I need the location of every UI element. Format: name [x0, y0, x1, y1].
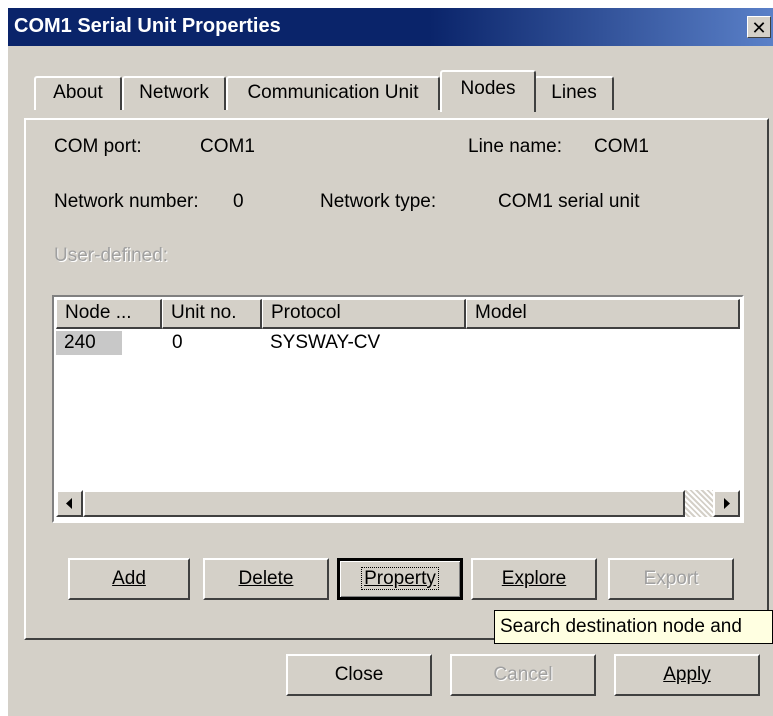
tab-lines-label: Lines — [551, 82, 597, 103]
network-number-label: Network number: — [54, 191, 199, 212]
nodes-list[interactable]: Node ... Unit no. Protocol Model 240 0 S… — [52, 295, 744, 523]
tab-nodes[interactable]: Nodes — [440, 70, 536, 112]
add-button[interactable]: Add — [68, 558, 190, 600]
horizontal-scrollbar[interactable] — [56, 490, 740, 517]
tab-network[interactable]: Network — [122, 76, 226, 110]
close-window-button[interactable]: ✕ — [747, 16, 771, 38]
network-type-value: COM1 serial unit — [498, 191, 640, 212]
column-header-node-label: Node ... — [65, 302, 132, 323]
column-header-model-label: Model — [475, 302, 527, 323]
delete-button[interactable]: Delete — [203, 558, 329, 600]
user-defined-label: User-defined: — [54, 245, 169, 266]
cancel-button[interactable]: Cancel — [450, 654, 596, 696]
apply-button-label: Apply — [663, 664, 711, 685]
com-port-label: COM port: — [54, 136, 142, 157]
cell-protocol: SYSWAY-CV — [270, 332, 381, 353]
scroll-track[interactable] — [685, 490, 713, 517]
arrow-left-icon — [66, 498, 72, 509]
column-header-protocol[interactable]: Protocol — [262, 299, 466, 329]
scroll-right-button[interactable] — [713, 490, 740, 517]
com-port-value: COM1 — [200, 136, 255, 157]
explore-tooltip: Search destination node and — [494, 610, 773, 644]
window-title: COM1 Serial Unit Properties — [14, 15, 281, 37]
tab-nodes-label: Nodes — [460, 78, 516, 99]
close-button-label: Close — [334, 664, 384, 685]
column-header-model[interactable]: Model — [466, 299, 740, 329]
tab-communication-unit[interactable]: Communication Unit — [226, 76, 440, 110]
line-name-value: COM1 — [594, 136, 649, 157]
tab-about-label: About — [53, 82, 103, 103]
export-button-label: Export — [643, 568, 699, 589]
column-header-protocol-label: Protocol — [271, 302, 341, 323]
network-type-label: Network type: — [320, 191, 437, 212]
network-number-value: 0 — [233, 191, 244, 212]
line-name-label: Line name: — [468, 136, 563, 157]
delete-button-label: Delete — [238, 568, 294, 589]
scroll-thumb[interactable] — [83, 490, 685, 517]
tab-network-label: Network — [139, 82, 209, 103]
close-button[interactable]: Close — [286, 654, 432, 696]
apply-button[interactable]: Apply — [614, 654, 760, 696]
title-bar[interactable]: COM1 Serial Unit Properties ✕ — [8, 8, 773, 46]
column-header-node[interactable]: Node ... — [56, 299, 162, 329]
property-button-label: Property — [364, 568, 436, 589]
explore-button-label: Explore — [501, 568, 567, 589]
scroll-left-button[interactable] — [56, 490, 83, 517]
table-row[interactable]: 240 0 SYSWAY-CV — [56, 331, 740, 355]
tab-communication-unit-label: Communication Unit — [247, 82, 419, 103]
tab-about[interactable]: About — [34, 76, 122, 110]
property-button[interactable]: Property — [337, 558, 463, 600]
explore-button[interactable]: Explore — [471, 558, 597, 600]
cancel-button-label: Cancel — [493, 664, 553, 685]
tab-lines[interactable]: Lines — [534, 76, 614, 110]
close-icon: ✕ — [751, 18, 767, 38]
cell-unit-no: 0 — [172, 332, 183, 353]
column-header-unit-no[interactable]: Unit no. — [162, 299, 262, 329]
add-button-label: Add — [112, 568, 146, 589]
column-header-unit-no-label: Unit no. — [171, 302, 237, 323]
arrow-right-icon — [724, 498, 730, 509]
export-button[interactable]: Export — [608, 558, 734, 600]
cell-node: 240 — [56, 331, 122, 355]
